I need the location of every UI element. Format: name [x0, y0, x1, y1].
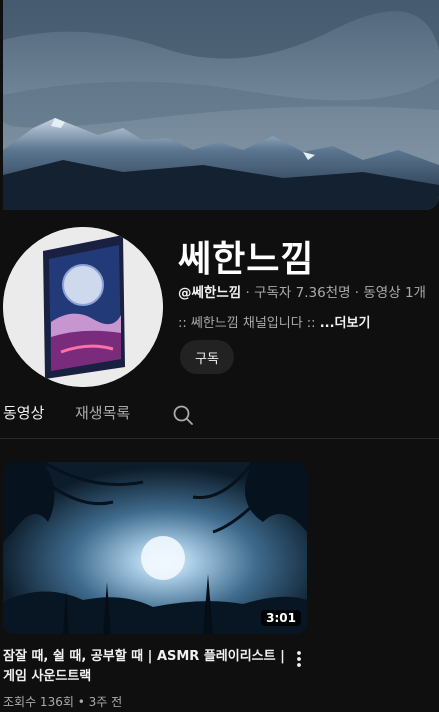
subscribe-button[interactable]: 구독 [180, 340, 234, 374]
more-vert-icon[interactable] [290, 648, 308, 670]
meta-separator: · [350, 285, 364, 301]
meta-dot: • [73, 695, 89, 709]
channel-name: 쎄한느낌 [178, 239, 315, 280]
meta-separator: · [241, 285, 255, 301]
video-duration: 3:01 [261, 610, 301, 626]
channel-description: :: 쎄한느낌 채널입니다 :: ...더보기 [178, 312, 370, 331]
video-meta: 조회수 136회 • 3주 전 [3, 693, 122, 710]
channel-handle[interactable]: @쎄한느낌 [178, 285, 241, 301]
tab-playlists[interactable]: 재생목록 [75, 402, 130, 423]
subscriber-count: 구독자 7.36천명 [254, 285, 351, 301]
more-vert-icon-graphic [297, 651, 301, 667]
moon-forest-thumbnail [3, 462, 307, 634]
channel-tabs: 동영상 재생목록 [0, 402, 439, 439]
channel-meta: @쎄한느낌 · 구독자 7.36천명 · 동영상 1개 [178, 281, 426, 301]
mountain-banner-image [3, 0, 439, 210]
upload-time: 3주 전 [88, 695, 123, 709]
video-count: 동영상 1개 [363, 285, 426, 301]
moon-painting-avatar [3, 227, 163, 387]
view-count: 조회수 136회 [3, 695, 74, 709]
search-icon-graphic [173, 405, 193, 425]
description-text: :: 쎄한느낌 채널입니다 :: [178, 316, 320, 331]
tab-videos[interactable]: 동영상 [3, 402, 44, 423]
channel-banner [3, 0, 439, 210]
video-thumbnail[interactable]: 3:01 [3, 462, 307, 634]
search-icon[interactable] [172, 404, 194, 426]
channel-avatar[interactable] [3, 227, 163, 387]
video-title[interactable]: 잠잘 때, 쉴 때, 공부할 때 | ASMR 플레이리스트 | 게임 사운드트… [3, 647, 288, 687]
more-link[interactable]: ...더보기 [320, 316, 371, 331]
